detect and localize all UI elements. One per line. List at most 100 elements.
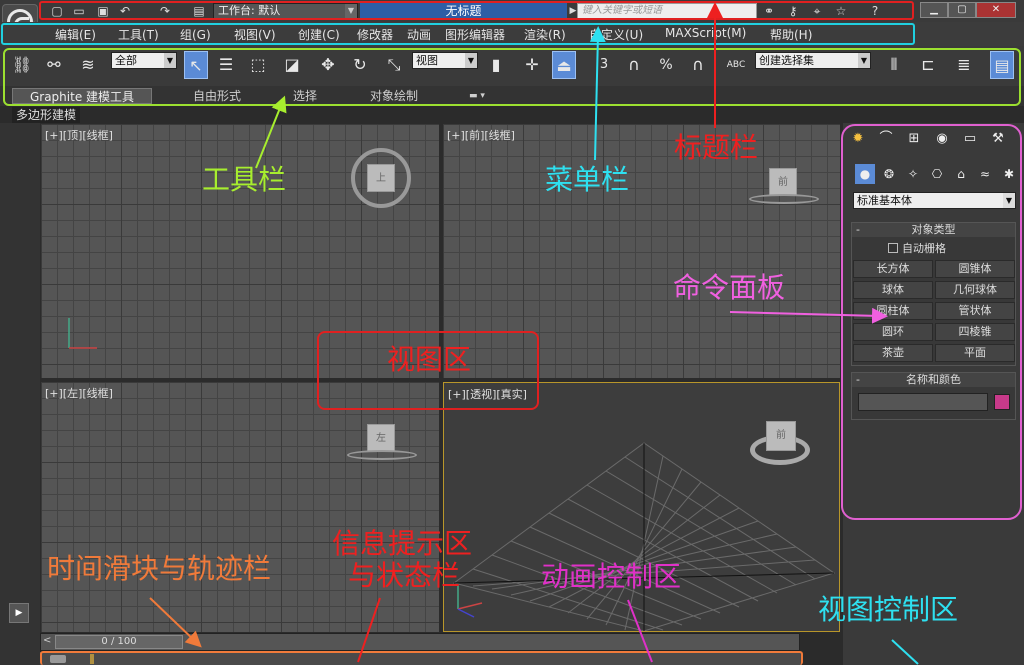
cone-button[interactable]: 圆锥体 [935,260,1015,278]
viewport-front[interactable]: [+][前][线框] 前 [443,124,840,378]
new-file-icon[interactable]: ▢ [50,4,64,18]
rectangle-selection-icon[interactable]: ⬚ [246,51,270,79]
key-icon[interactable]: ⚷ [786,4,800,18]
geosphere-button[interactable]: 几何球体 [935,281,1015,299]
box-button[interactable]: 长方体 [853,260,933,278]
teapot-button[interactable]: 茶壶 [853,344,933,362]
menu-animation[interactable]: 动画 [407,26,431,43]
redo-icon[interactable]: ↷ [158,4,172,18]
torus-button[interactable]: 圆环 [853,323,933,341]
cameras-icon[interactable]: ⎔ [927,164,947,184]
move-icon[interactable]: ✥ [316,51,340,79]
menu-rendering[interactable]: 渲染(R) [524,26,566,43]
viewport-label[interactable]: [+][前][线框] [447,127,515,143]
pivot-center-icon[interactable]: ▮ [484,51,508,79]
mirror-icon[interactable]: ⫴ [882,51,906,79]
shapes-icon[interactable]: ❂ [879,164,899,184]
time-prev-button[interactable]: < [43,635,53,649]
viewport-perspective[interactable]: [+][透视][真实] 前 [443,382,840,632]
tab-selection[interactable]: 选择 [272,88,338,104]
viewport-label[interactable]: [+][顶][线框] [45,127,113,143]
layer-manager-icon[interactable]: ≣ [952,51,976,79]
menu-help[interactable]: 帮助(H) [770,26,812,43]
viewcube-ring[interactable] [347,450,417,460]
select-manipulate-icon[interactable]: ✛ [520,51,544,79]
graphite-toggle-icon[interactable]: ▤ [990,51,1014,79]
menu-graph-editors[interactable]: 图形编辑器 [445,26,505,43]
search-input[interactable]: 键入关键字或短语 [577,3,757,19]
pyramid-button[interactable]: 四棱锥 [935,323,1015,341]
viewport-label[interactable]: [+][透视][真实] [448,386,527,402]
menu-modifiers[interactable]: 修改器 [357,26,393,43]
viewport-label[interactable]: [+][左][线框] [45,385,113,401]
select-object-icon[interactable]: ↖ [184,51,208,79]
create-tab-icon[interactable]: ✹ [847,128,869,150]
minimize-button[interactable]: ▁ [920,2,948,18]
menu-views[interactable]: 视图(V) [234,26,276,43]
select-by-name-icon[interactable]: ☰ [214,51,238,79]
angle-snap-icon[interactable]: ∩ [622,51,646,79]
display-tab-icon[interactable]: ▭ [959,128,981,150]
star-icon[interactable]: ☆ [834,4,848,18]
object-color-swatch[interactable] [994,394,1010,410]
viewcube[interactable]: 前 [769,168,797,196]
time-slider-thumb[interactable]: 0 / 100 [55,635,183,649]
viewport-left[interactable]: [+][左][线框] 左 [41,382,439,632]
snap-toggle-icon[interactable]: 3 [592,51,616,79]
rollout-header[interactable]: - 对象类型 [852,223,1015,237]
motion-tab-icon[interactable]: ◉ [931,128,953,150]
geometry-icon[interactable]: ● [855,164,875,184]
bind-space-warp-icon[interactable]: ≋ [76,51,100,79]
viewcube-ring[interactable] [749,194,819,204]
menu-customize[interactable]: 自定义(U) [589,26,643,43]
scale-icon[interactable]: ⤡ [382,51,406,79]
polygon-modeling-tab[interactable]: 多边形建模 [12,107,81,123]
save-icon[interactable]: ▣ [96,4,110,18]
open-file-icon[interactable]: ▭ [72,4,86,18]
lights-icon[interactable]: ✧ [903,164,923,184]
object-name-input[interactable] [858,393,988,411]
binoculars-icon[interactable]: ⚭ [762,4,776,18]
menu-group[interactable]: 组(G) [180,26,211,43]
ribbon-options-icon[interactable]: ▬ ▾ [462,88,492,104]
viewcube[interactable]: 前 [766,421,796,451]
menu-create[interactable]: 创建(C) [298,26,340,43]
menu-edit[interactable]: 编辑(E) [55,26,96,43]
utilities-tab-icon[interactable]: ⚒ [987,128,1009,150]
project-folder-icon[interactable]: ▤ [192,4,206,18]
tab-object-paint[interactable]: 对象绘制 [350,88,438,104]
viewcube[interactable]: 左 [367,424,395,452]
systems-icon[interactable]: ✱ [999,164,1019,184]
modify-tab-icon[interactable]: ⌒ [875,128,897,150]
workspace-select[interactable]: 工作台: 默认 ▼ [213,3,358,19]
menu-tools[interactable]: 工具(T) [118,26,159,43]
satellite-icon[interactable]: ⌖ [810,4,824,18]
align-icon[interactable]: ⊏ [916,51,940,79]
sphere-button[interactable]: 球体 [853,281,933,299]
plane-button[interactable]: 平面 [935,344,1015,362]
helpers-icon[interactable]: ⌂ [951,164,971,184]
tab-freeform[interactable]: 自由形式 [170,88,264,104]
time-slider[interactable]: < 0 / 100 [40,633,800,651]
category-select[interactable]: 标准基本体 ▼ [853,192,1016,209]
help-icon[interactable]: ? [868,4,882,18]
tube-button[interactable]: 管状体 [935,302,1015,320]
undo-icon[interactable]: ↶ [118,4,132,18]
maximize-button[interactable]: ▢ [948,2,976,18]
autogrid-checkbox[interactable] [888,243,898,253]
cylinder-button[interactable]: 圆柱体 [853,302,933,320]
close-button[interactable]: ✕ [976,2,1016,18]
track-bar[interactable] [40,651,802,665]
reference-coord-select[interactable]: 视图 ▼ [412,52,478,69]
play-icon[interactable]: ▶ [9,603,29,623]
spinner-snap-icon[interactable]: ∩ [686,51,710,79]
unlink-icon[interactable]: ⚯ [42,51,66,79]
selection-filter-select[interactable]: 全部 ▼ [111,52,177,69]
keyboard-shortcut-toggle-icon[interactable]: ⏏ [552,51,576,79]
rollout-header[interactable]: - 名称和颜色 [852,373,1015,387]
link-icon[interactable]: ⛓ [10,51,34,79]
space-warps-icon[interactable]: ≈ [975,164,995,184]
viewcube[interactable]: 上 [367,164,395,192]
named-selection-select[interactable]: 创建选择集 ▼ [755,52,871,69]
percent-snap-icon[interactable]: % [654,51,678,79]
